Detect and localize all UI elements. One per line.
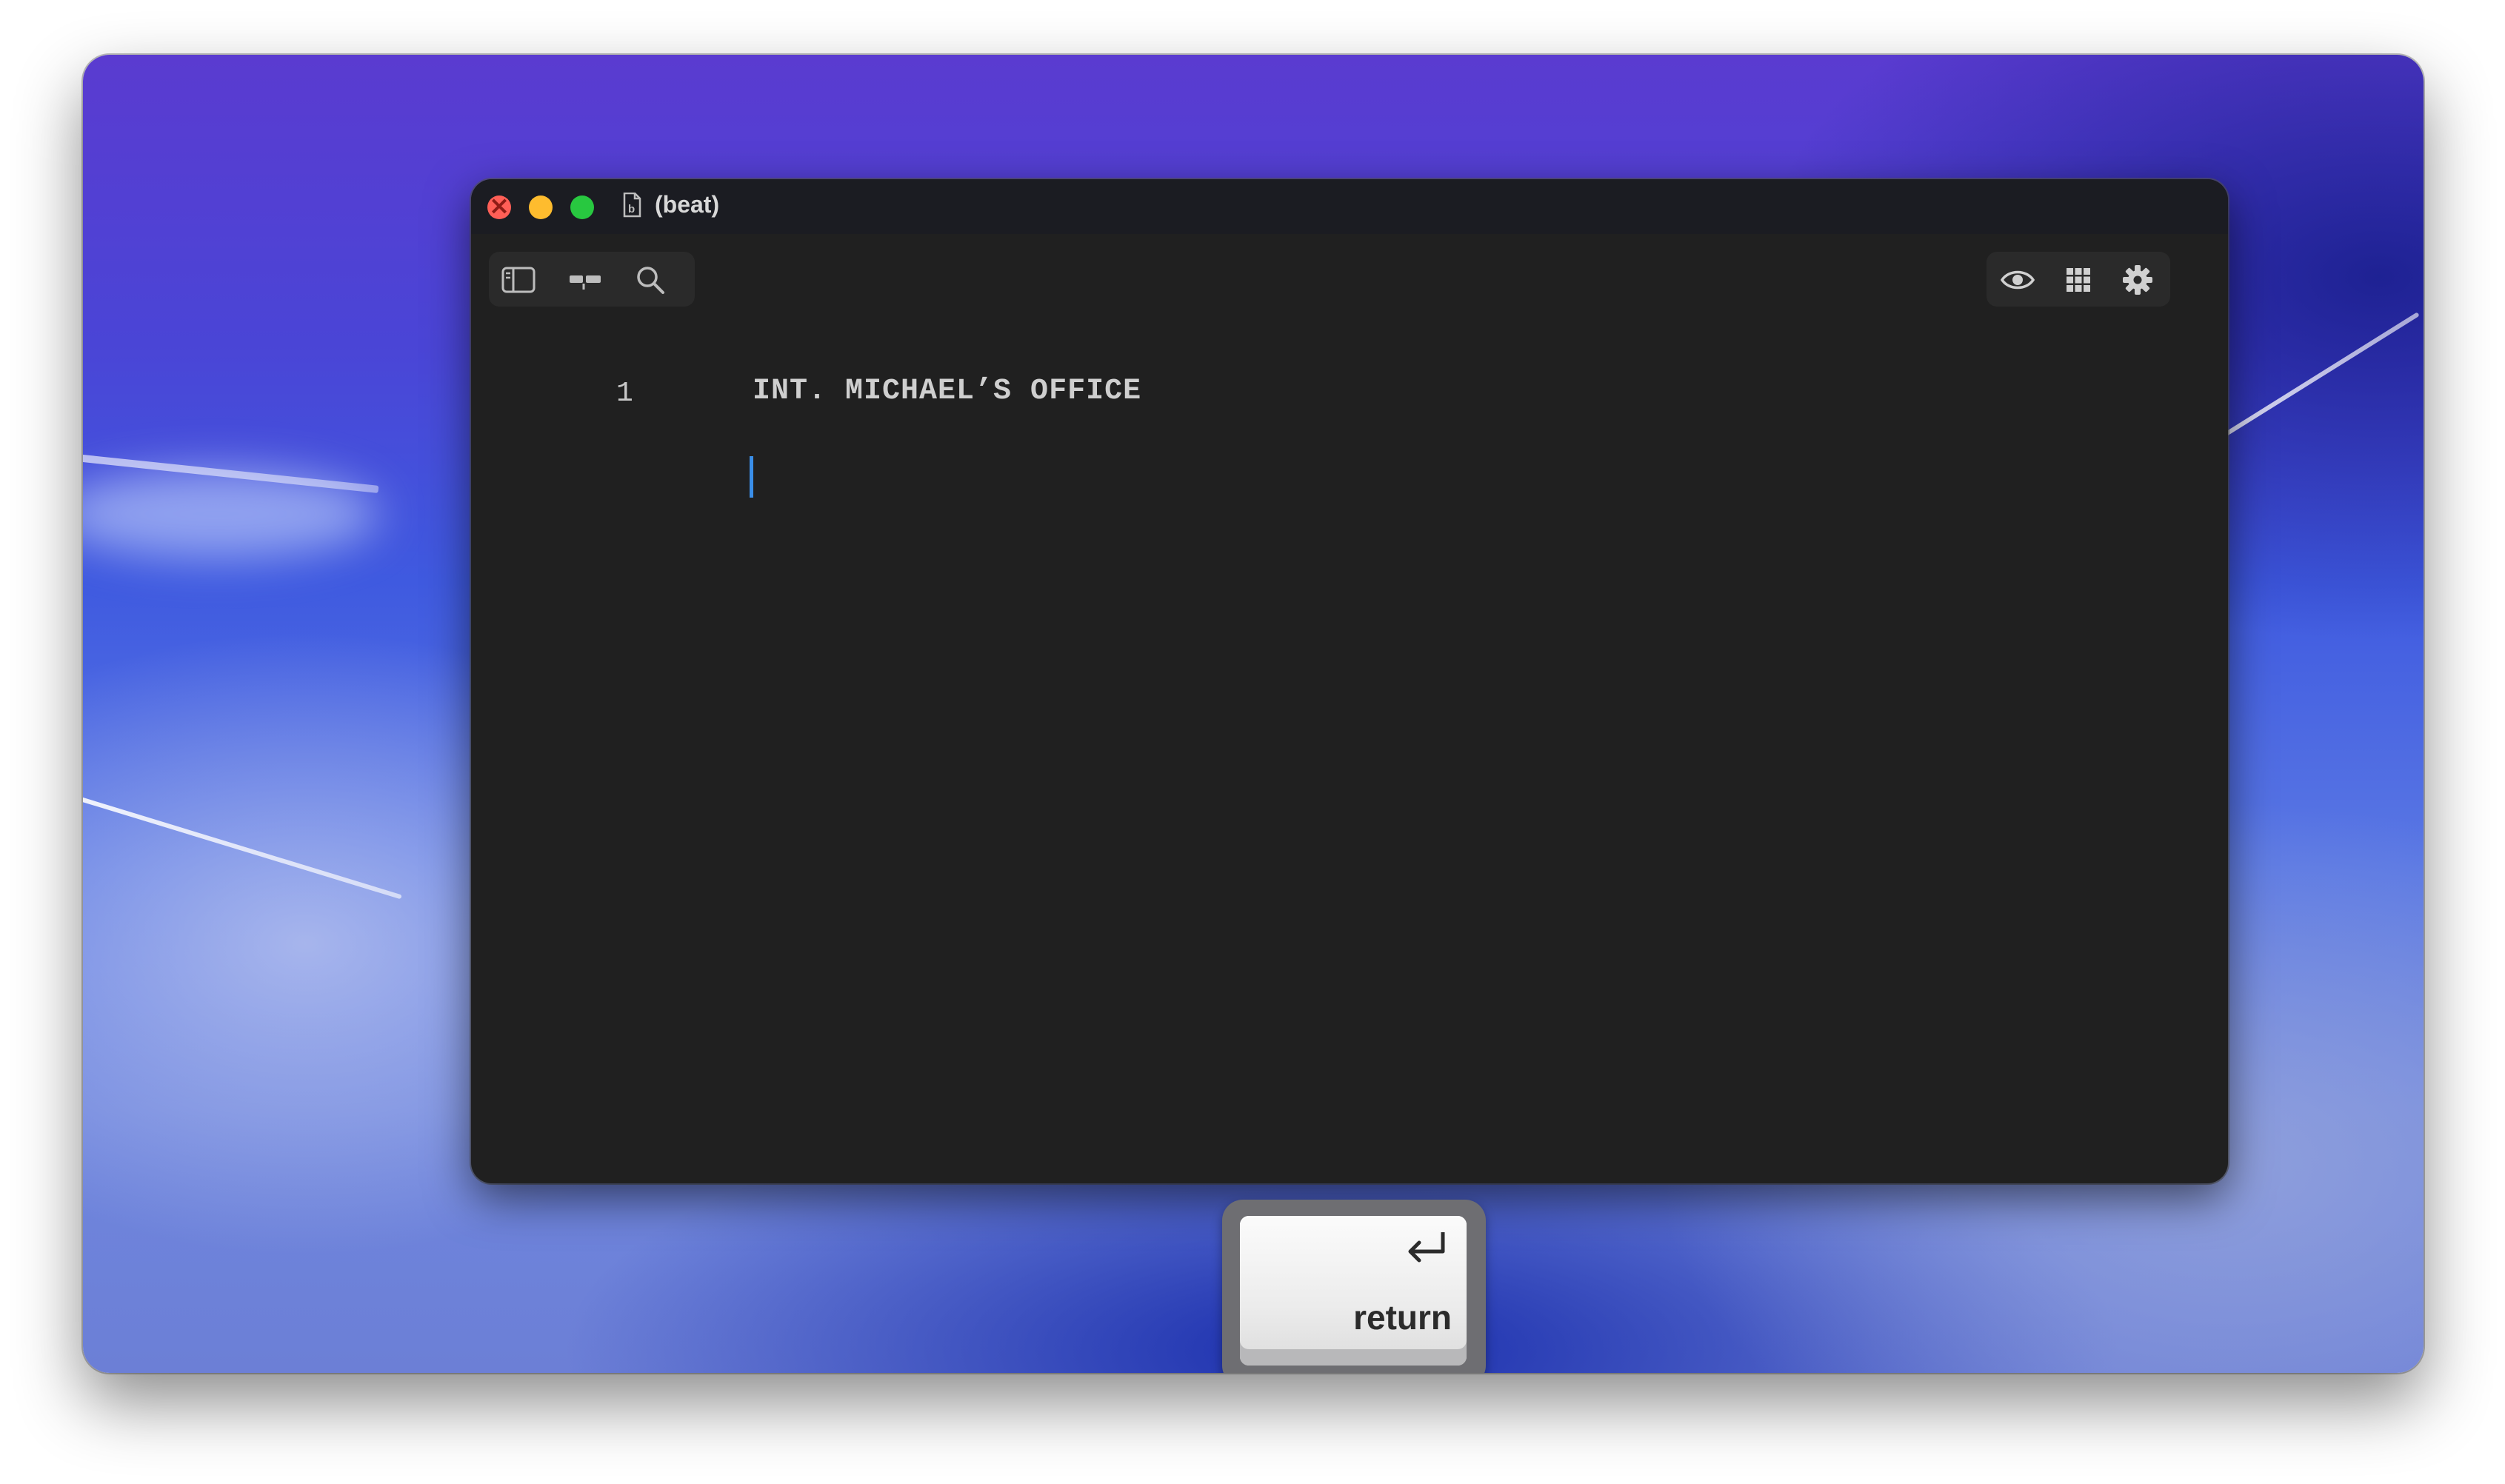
scene-heading[interactable]: INT. MICHAEL’S OFFICE [753,375,1141,408]
sidebar-icon[interactable] [501,262,536,298]
title-bar: b (beat) [471,179,2228,234]
eye-icon[interactable] [2000,262,2035,298]
toolbar-left [489,252,695,307]
gear-icon[interactable] [2120,262,2155,298]
keystroke-overlay: return [1222,1200,1486,1373]
app-window: b (beat) [471,179,2228,1183]
line-number: 1 [616,378,633,410]
zoom-button[interactable] [570,195,594,219]
desktop-wallpaper: b (beat) [83,55,2424,1373]
return-key: return [1240,1216,1467,1366]
return-arrow-icon [1408,1232,1445,1263]
timeline-icon[interactable] [567,262,603,298]
close-button[interactable] [487,191,511,221]
minimize-button[interactable] [529,195,553,219]
return-key-label: return [1353,1298,1452,1337]
window-title: (beat) [655,191,720,218]
svg-text:b: b [628,203,635,215]
wallpaper-streak [83,795,402,900]
grid-icon[interactable] [2061,262,2096,298]
document-icon: b [623,193,641,218]
toolbar-right [1987,252,2170,307]
search-icon[interactable] [633,262,668,298]
text-caret [750,456,753,498]
